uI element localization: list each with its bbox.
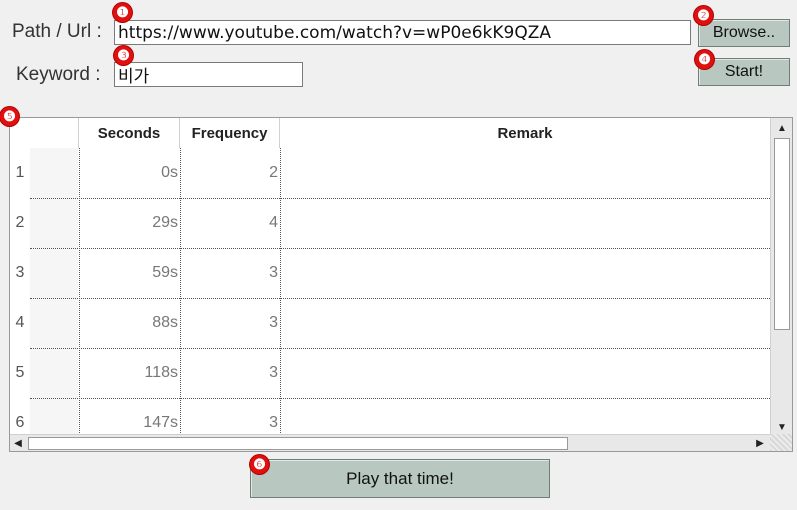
keyword-input[interactable]: 비가 xyxy=(114,62,303,87)
cell-seconds[interactable]: 59s xyxy=(80,248,180,298)
row-index: 4 xyxy=(15,314,25,331)
keyword-label: Keyword : xyxy=(16,64,101,85)
cell-seconds[interactable]: 88s xyxy=(80,298,180,348)
scroll-left-icon[interactable]: ◀ xyxy=(10,435,26,451)
cell-seconds[interactable]: 118s xyxy=(80,348,180,398)
scrollbar-corner xyxy=(770,434,792,451)
results-grid[interactable]: Seconds Frequency Remark 1 0s 2 2 29s 4 … xyxy=(9,117,793,452)
cell-frequency[interactable]: 3 xyxy=(181,248,280,298)
cell-remark[interactable] xyxy=(281,348,770,398)
cell-seconds[interactable]: 29s xyxy=(80,198,180,248)
row-index: 2 xyxy=(15,214,25,231)
cell-frequency[interactable]: 3 xyxy=(181,298,280,348)
cell-frequency[interactable]: 3 xyxy=(181,348,280,398)
scroll-right-icon[interactable]: ▶ xyxy=(752,435,768,451)
play-that-time-button[interactable]: Play that time! xyxy=(250,459,550,498)
row-index: 3 xyxy=(15,264,25,281)
scroll-up-icon[interactable]: ▲ xyxy=(774,120,790,136)
vertical-scrollbar[interactable]: ▲ ▼ xyxy=(770,118,792,435)
cell-remark[interactable] xyxy=(281,248,770,298)
callout-badge-2: ❷ xyxy=(694,6,713,25)
row-index: 1 xyxy=(15,164,25,181)
vertical-scroll-thumb[interactable] xyxy=(774,138,790,330)
path-url-label: Path / Url : xyxy=(12,21,102,42)
cell-frequency[interactable]: 4 xyxy=(181,198,280,248)
horizontal-scrollbar[interactable]: ◀ ▶ xyxy=(10,434,772,451)
header-seconds[interactable]: Seconds xyxy=(79,118,180,148)
row-index: 5 xyxy=(15,364,25,381)
cell-remark[interactable] xyxy=(281,148,770,198)
browse-button[interactable]: Browse.. xyxy=(698,19,790,47)
header-remark[interactable]: Remark xyxy=(280,118,770,148)
cell-seconds[interactable]: 0s xyxy=(80,148,180,198)
header-frequency[interactable]: Frequency xyxy=(180,118,280,148)
callout-badge-3: ❸ xyxy=(114,46,133,65)
path-url-input[interactable]: https://www.youtube.com/watch?v=wP0e6kK9… xyxy=(114,20,691,45)
horizontal-scroll-thumb[interactable] xyxy=(28,437,568,450)
cell-frequency[interactable]: 2 xyxy=(181,148,280,198)
callout-badge-6: ❻ xyxy=(250,455,269,474)
callout-badge-4: ❹ xyxy=(695,50,714,69)
callout-badge-5: ❺ xyxy=(0,107,19,126)
header-blank xyxy=(30,118,79,148)
scroll-down-icon[interactable]: ▼ xyxy=(774,419,790,435)
cell-remark[interactable] xyxy=(281,198,770,248)
callout-badge-1: ❶ xyxy=(113,3,132,22)
row-selector-column xyxy=(30,148,78,435)
cell-remark[interactable] xyxy=(281,298,770,348)
